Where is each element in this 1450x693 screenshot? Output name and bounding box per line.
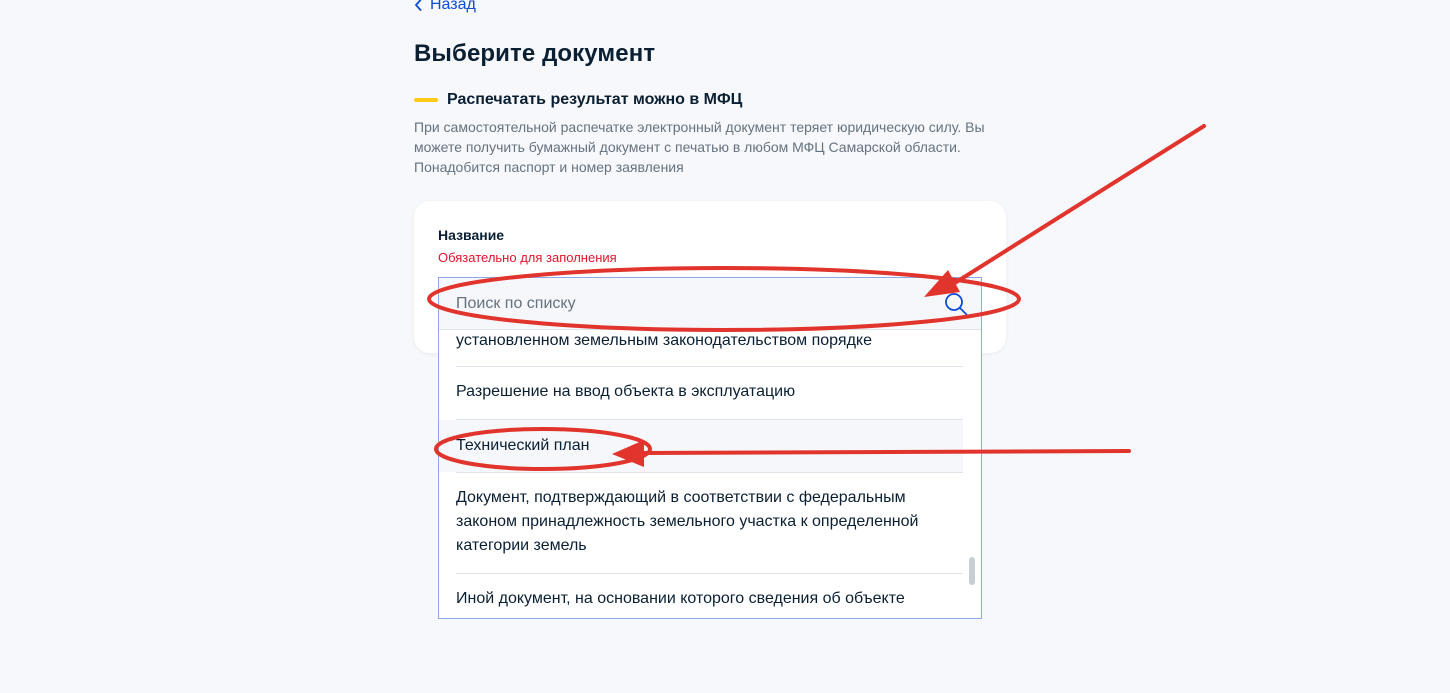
notice-accent-mark (414, 98, 438, 102)
page-title: Выберите документ (414, 40, 656, 67)
field-error: Обязательно для заполнения (438, 250, 617, 265)
list-item-option-4[interactable]: Иной документ, на основании которого све… (439, 587, 963, 611)
option-divider (456, 472, 963, 473)
search-icon[interactable] (943, 291, 969, 317)
search-input[interactable] (456, 278, 926, 329)
chevron-left-icon (415, 0, 422, 11)
list-item-option-1[interactable]: Разрешение на ввод объекта в эксплуатаци… (439, 380, 963, 404)
notice-text: При самостоятельной распечатке электронн… (414, 119, 985, 175)
notice-title-text: Распечатать результат можно в МФЦ (447, 91, 743, 108)
list-item-technical-plan[interactable]: Технический план (439, 420, 963, 472)
field-label: Название (438, 227, 505, 243)
list-item-option-3[interactable]: Документ, подтверждающий в соответствии … (439, 486, 963, 558)
option-divider (456, 573, 963, 574)
search-box (439, 278, 981, 330)
document-combobox: установленном земельным законодательство… (438, 277, 982, 619)
list-item-option-0[interactable]: установленном земельным законодательство… (439, 329, 963, 353)
notice-title: Распечатать результат можно в МФЦ (414, 91, 742, 109)
back-link-label: Назад (430, 0, 476, 13)
option-divider (456, 366, 963, 367)
options-list: установленном земельным законодательство… (439, 329, 969, 618)
list-scrollbar[interactable] (969, 557, 975, 585)
back-link[interactable]: Назад (414, 0, 476, 14)
